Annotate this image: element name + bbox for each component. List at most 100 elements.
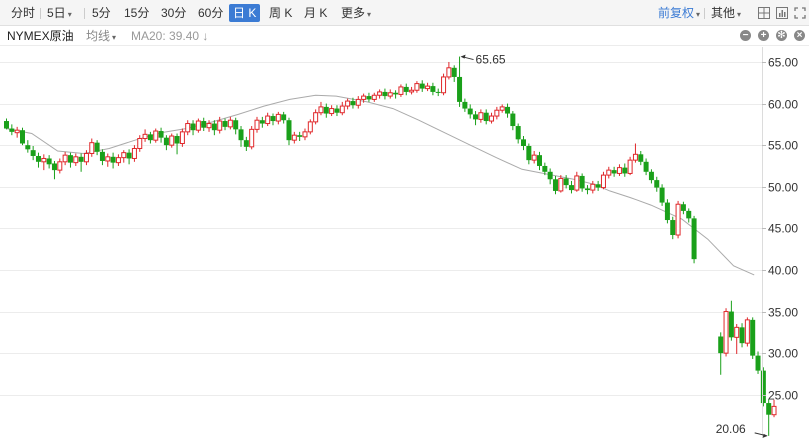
more-periods-dropdown[interactable]: 更多 ▾ (341, 4, 371, 22)
candle-body (201, 121, 207, 128)
candle-up (291, 131, 297, 144)
period-tab-15min[interactable]: 15分 (124, 4, 149, 22)
candle-down (78, 153, 84, 172)
candle-down (686, 208, 692, 223)
candle-body (297, 135, 303, 137)
candle-body (441, 76, 447, 94)
candle-down (579, 173, 585, 192)
other-label: 其他 (711, 6, 736, 20)
candle-body (334, 108, 340, 113)
candle-down (728, 300, 734, 341)
candle-up (89, 138, 95, 157)
candle-body (728, 311, 734, 338)
candle-body (275, 113, 281, 122)
candle-down (403, 83, 409, 96)
candle-body (718, 336, 724, 354)
indicator-dropdown[interactable]: 均线 ▾ (86, 28, 116, 46)
period-tab-30min[interactable]: 30分 (161, 4, 186, 22)
grid-view-icon[interactable] (758, 7, 770, 19)
period-tab-60min[interactable]: 60分 (198, 4, 223, 22)
candle-down (110, 152, 116, 169)
period-tab-daily-k[interactable]: 日 K (229, 4, 261, 22)
candle-body (377, 91, 383, 96)
candle-body (121, 152, 127, 159)
y-tick-label: 55.00 (768, 139, 798, 153)
candle-up (62, 151, 68, 166)
candle-down (4, 118, 9, 130)
candle-body (574, 175, 580, 191)
candle-body (30, 150, 36, 156)
candle-down (174, 133, 180, 155)
candle-body (323, 106, 329, 114)
candle-body (350, 101, 356, 106)
candle-body (14, 129, 20, 134)
period-tab-weekly-k[interactable]: 周 K (269, 4, 292, 22)
zoom-in-icon[interactable]: + (758, 30, 769, 41)
candle-body (414, 83, 420, 91)
candle-up (387, 89, 393, 99)
chevron-down-icon: ▾ (696, 10, 701, 19)
candle-up (446, 61, 452, 80)
candle-body (739, 327, 745, 344)
candle-body (190, 123, 196, 131)
grid (0, 62, 762, 396)
candle-body (616, 167, 622, 174)
other-dropdown[interactable]: 其他 ▾ (711, 4, 741, 22)
candle-down (46, 155, 52, 169)
candle-down (739, 323, 745, 348)
candle-body (521, 139, 527, 146)
zoom-out-icon[interactable]: − (740, 30, 751, 41)
candle-up (137, 135, 143, 152)
candle-up (574, 171, 580, 192)
candle-down (568, 180, 574, 194)
period-tab-5min[interactable]: 5分 (92, 4, 111, 22)
candle-body (467, 108, 473, 115)
candle-body (547, 171, 553, 180)
candle-up (185, 120, 191, 136)
candle-down (243, 136, 249, 151)
candle-body (462, 101, 468, 109)
candle-body (302, 131, 308, 138)
period-tab-5day[interactable]: 5日 ▾ (47, 4, 72, 22)
period-tab-timeshare[interactable]: 分时 (11, 4, 35, 22)
min-arrowhead (762, 433, 768, 438)
candle-up (115, 154, 121, 166)
candle-up (590, 180, 596, 194)
candle-body (552, 179, 558, 191)
y-axis: 65.00 60.00 55.00 50.00 45.00 40.00 35.00 30.00… (762, 47, 798, 438)
adjust-dropdown[interactable]: 前复权 ▾ (658, 4, 700, 22)
candle-down (281, 111, 287, 124)
candle-body (25, 145, 31, 150)
candle-body (558, 177, 564, 192)
ma20-polyline (5, 94, 755, 276)
candle-body (233, 120, 239, 130)
candle-up (195, 118, 201, 133)
candle-body (78, 156, 84, 162)
candle-body (723, 311, 729, 354)
candle-body (35, 155, 41, 162)
gear-icon[interactable]: ✻ (776, 30, 787, 41)
candle-down (611, 166, 617, 177)
candle-body (409, 89, 415, 93)
candle-body (643, 161, 649, 172)
candle-up (531, 150, 537, 164)
candle-body (281, 114, 287, 121)
candle-up (734, 324, 740, 354)
candle-down (9, 124, 15, 136)
candle-body (590, 183, 596, 191)
chart-settings-icon[interactable] (776, 7, 788, 19)
period-tab-monthly-k[interactable]: 月 K (304, 4, 327, 22)
candle-body (153, 130, 159, 141)
fullscreen-icon[interactable] (794, 7, 806, 19)
candle-body (435, 91, 441, 93)
candle-down (547, 168, 553, 185)
candle-body (457, 76, 463, 102)
candle-down (643, 158, 649, 176)
candle-up (377, 89, 383, 99)
legend-bar: NYMEX原油 均线 ▾ MA20: 39.40 ↓ − + ✻ × (0, 26, 809, 46)
candle-down (462, 98, 468, 112)
candle-body (654, 180, 660, 188)
candle-up (355, 96, 361, 109)
close-icon[interactable]: × (794, 30, 805, 41)
candle-body (179, 131, 185, 145)
